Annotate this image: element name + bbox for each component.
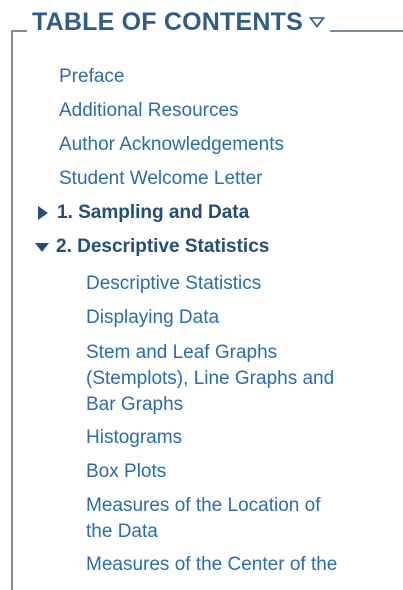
toc-section-location-line1[interactable]: Measures of the Location of <box>86 493 320 519</box>
toc-title: TABLE OF CONTENTS <box>32 7 303 36</box>
toc-chapter-1[interactable]: 1. Sampling and Data <box>35 200 249 226</box>
chapter-label: 1. Sampling and Data <box>57 202 250 223</box>
triangle-right-icon <box>38 206 48 220</box>
toc-link-additional-resources[interactable]: Additional Resources <box>59 98 239 124</box>
toc-section-stem-leaf-line3[interactable]: Bar Graphs <box>86 392 183 418</box>
toc-section-descriptive-statistics[interactable]: Descriptive Statistics <box>86 271 261 297</box>
toc-section-stem-leaf-line1[interactable]: Stem and Leaf Graphs <box>86 340 277 366</box>
toc-toggle-button[interactable] <box>308 16 325 28</box>
triangle-down-icon <box>35 243 49 252</box>
divider <box>387 30 403 32</box>
triangle-down-outline-icon <box>308 17 325 28</box>
toc-section-displaying-data[interactable]: Displaying Data <box>86 305 219 331</box>
toc-link-student-welcome-letter[interactable]: Student Welcome Letter <box>59 166 262 192</box>
toc-section-location-line2[interactable]: the Data <box>86 519 158 545</box>
toc-link-author-acknowledgements[interactable]: Author Acknowledgements <box>59 132 284 158</box>
toc-section-box-plots[interactable]: Box Plots <box>86 459 166 485</box>
chapter-label: 2. Descriptive Statistics <box>56 236 270 257</box>
toc-chapter-2[interactable]: 2. Descriptive Statistics <box>33 234 269 260</box>
toc-link-preface[interactable]: Preface <box>59 64 124 90</box>
toc-section-stem-leaf-line2[interactable]: (Stemplots), Line Graphs and <box>86 366 334 392</box>
toc-header: TABLE OF CONTENTS <box>27 6 330 38</box>
toc-section-center-line1[interactable]: Measures of the Center of the <box>86 552 337 578</box>
toc-section-histograms[interactable]: Histograms <box>86 425 182 451</box>
